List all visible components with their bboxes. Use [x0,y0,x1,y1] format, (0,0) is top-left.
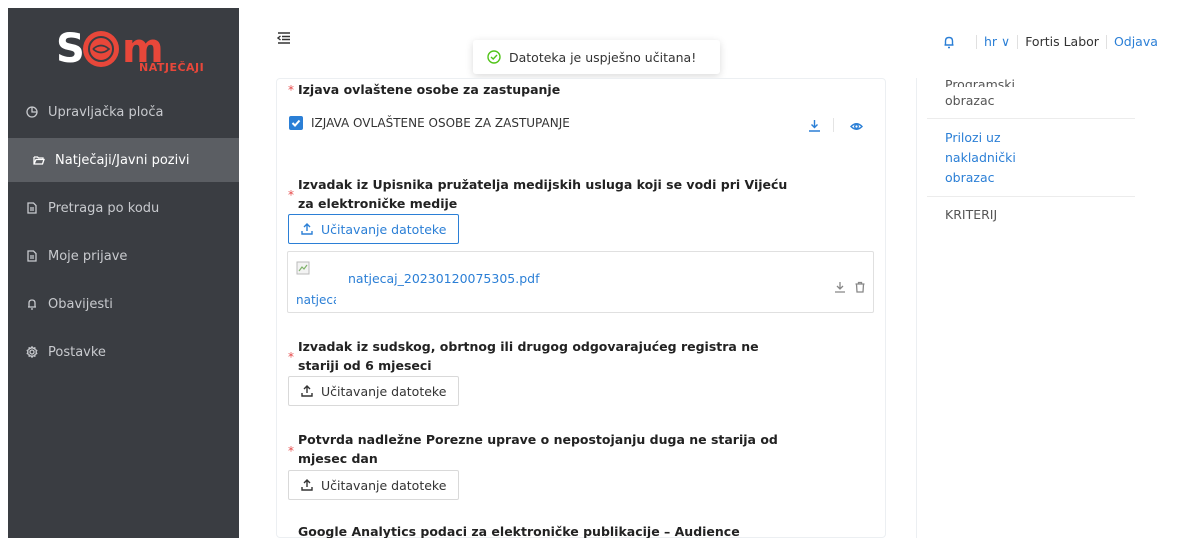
field-label: Potvrda nadležne Porezne uprave o nepost… [298,430,778,468]
side-item-line: nakladnički [945,150,1016,165]
sidebar-item-label: Natječaji/Javni pozivi [55,152,190,168]
divider [976,34,977,49]
gear-icon [26,346,38,358]
sidebar-nav: Upravljačka ploča Natječaji/Javni pozivi… [8,88,239,376]
divider [833,118,834,132]
sidebar: S m NATJEČAJI Upravljačka ploča Natječaj… [8,8,239,538]
bell-icon[interactable] [943,35,955,49]
success-toast: Datoteka je uspješno učitana! [473,40,720,74]
sidebar-item-label: Upravljačka ploča [48,104,164,120]
field-label: Izjava ovlaštene osobe za zastupanje [298,82,561,97]
dashboard-icon [26,106,38,118]
side-item-partial-line[interactable]: obrazac [945,91,994,111]
checkbox-label: IZJAVA OVLAŠTENE OSOBE ZA ZASTUPANJE [311,116,570,130]
upload-button-label: Učitavanje datoteke [321,221,447,237]
required-marker: * [288,83,294,97]
upload-button-label: Učitavanje datoteke [321,383,447,399]
sidebar-item-label: Obavijesti [48,296,113,312]
check-icon [291,119,301,127]
file-name-link[interactable]: natjecaj_20230120075305.pdf [348,271,540,286]
field-label: Izvadak iz sudskog, obrtnog ili drugog o… [298,337,759,375]
divider [927,118,1135,119]
sidebar-item-my-applications[interactable]: Moje prijave [8,232,239,280]
side-item-attachments[interactable]: Prilozi uz nakladnički obrazac [945,128,1016,188]
required-marker: * [288,444,294,458]
divider [927,196,1135,197]
file-thumbnail-alt: natjecaj [296,293,336,307]
field-label-line: Izvadak iz sudskog, obrtnog ili drugog o… [298,339,759,354]
field-label-line: Izvadak iz Upisnika pružatelja medijskih… [298,177,788,192]
user-name[interactable]: Fortis Labor [1025,34,1099,49]
field-label: Izvadak iz Upisnika pružatelja medijskih… [298,175,787,213]
delete-icon[interactable] [854,278,866,293]
upload-file-button[interactable]: Učitavanje datoteke [288,376,460,406]
broken-image-icon [296,260,310,275]
field-label-line: mjesec dan [298,451,378,466]
divider [1017,34,1019,49]
required-marker: * [288,188,294,202]
language-select[interactable]: hr ∨ [984,34,1010,49]
sidebar-item-tenders[interactable]: Natječaji/Javni pozivi [8,138,239,182]
svg-text:S: S [56,26,85,72]
app-logo[interactable]: S m NATJEČAJI [56,24,206,80]
sidebar-item-label: Pretraga po kodu [48,200,160,216]
field-label-line: Potvrda nadležne Porezne uprave o nepost… [298,432,778,447]
divider [1105,34,1107,49]
upload-icon [301,385,313,397]
download-icon[interactable] [808,117,821,132]
folder-open-icon [33,154,45,166]
header-right: hr ∨ Fortis Labor Odjava [943,34,1158,49]
required-marker: * [288,350,294,364]
document-icon [26,250,38,262]
side-item-criteria[interactable]: KRITERIJ [945,205,997,225]
upload-button-label: Učitavanje datoteke [321,477,447,493]
field-label-line: za elektroničke medije [298,196,458,211]
upload-file-button[interactable]: Učitavanje datoteke [288,470,460,500]
sidebar-item-search-by-code[interactable]: Pretraga po kodu [8,184,239,232]
side-item-line: Prilozi uz [945,130,1001,145]
field-label: Google Analytics podaci za elektroničke … [298,524,740,538]
sidebar-item-settings[interactable]: Postavke [8,328,239,376]
logo-subtitle: NATJEČAJI [139,61,205,74]
menu-fold-icon [276,32,290,44]
sidebar-item-label: Moje prijave [48,248,128,264]
side-panel: Programski obrazac Prilozi uz nakladničk… [916,75,1180,538]
statement-checkbox-row[interactable]: IZJAVA OVLAŠTENE OSOBE ZA ZASTUPANJE [289,116,570,130]
check-circle-icon [487,50,501,64]
document-icon [26,202,38,214]
upload-file-button[interactable]: Učitavanje datoteke [288,214,460,244]
preview-eye-icon[interactable] [850,118,863,131]
side-item-partial[interactable]: Programski [945,75,1015,87]
sidebar-item-notifications[interactable]: Obavijesti [8,280,239,328]
upload-icon [301,223,313,235]
field-label-line: stariji od 6 mjeseci [298,358,432,373]
checkbox-checked[interactable] [289,116,303,130]
download-icon[interactable] [834,278,846,293]
uploaded-file-item: natjecaj natjecaj_20230120075305.pdf [287,251,874,313]
sidebar-item-label: Postavke [48,344,106,360]
toast-message: Datoteka je uspješno učitana! [509,49,697,65]
upload-icon [301,479,313,491]
side-item-line: obrazac [945,170,995,185]
menu-collapse-button[interactable] [276,30,291,44]
logout-link[interactable]: Odjava [1114,34,1158,49]
bell-icon [26,298,38,310]
sidebar-item-dashboard[interactable]: Upravljačka ploča [8,88,239,136]
